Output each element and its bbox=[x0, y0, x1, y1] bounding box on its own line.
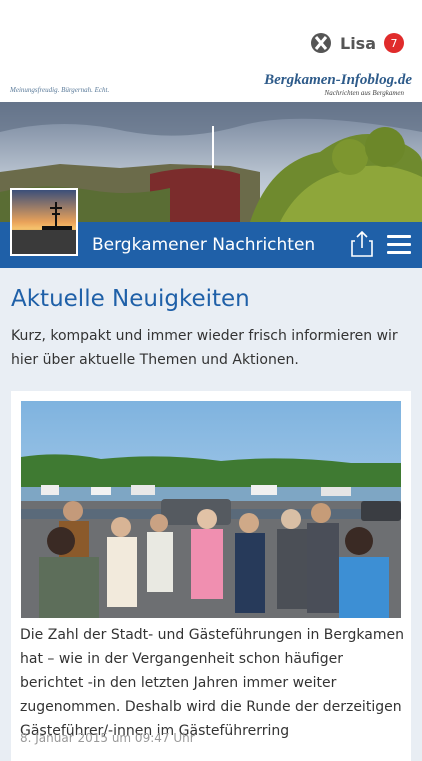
channel-thumbnail bbox=[10, 188, 78, 256]
hamburger-menu-icon[interactable] bbox=[387, 235, 411, 255]
section-title: Aktuelle Neuigkeiten bbox=[11, 286, 250, 312]
article-photo[interactable] bbox=[21, 401, 401, 618]
blog-banner: Meinungsfreudig. Bürgernah. Echt. Bergka… bbox=[0, 66, 422, 103]
blog-logo-title: Bergkamen-Infoblog.de bbox=[264, 72, 412, 88]
article-card[interactable]: Die Zahl der Stadt- und Gästeführungen i… bbox=[11, 391, 411, 761]
user-name: Lisa bbox=[340, 33, 376, 53]
main-content: Aktuelle Neuigkeiten Kurz, kompakt und i… bbox=[0, 268, 422, 761]
blog-logo-subtitle: Nachrichten aus Bergkamen bbox=[324, 89, 404, 97]
article-date: 8. Januar 2015 um 09:47 Uhr bbox=[20, 731, 195, 745]
user-logo-icon bbox=[311, 33, 331, 53]
top-bar: Lisa 7 bbox=[0, 0, 422, 67]
notification-badge[interactable]: 7 bbox=[384, 33, 404, 53]
user-account[interactable]: Lisa 7 bbox=[310, 32, 404, 54]
nav-title: Bergkamener Nachrichten bbox=[92, 235, 316, 255]
article-text: Die Zahl der Stadt- und Gästeführungen i… bbox=[20, 627, 404, 739]
share-icon[interactable] bbox=[351, 231, 373, 257]
banner-slogan: Meinungsfreudig. Bürgernah. Echt. bbox=[10, 86, 110, 94]
section-description: Kurz, kompakt und immer wieder frisch in… bbox=[11, 328, 398, 368]
